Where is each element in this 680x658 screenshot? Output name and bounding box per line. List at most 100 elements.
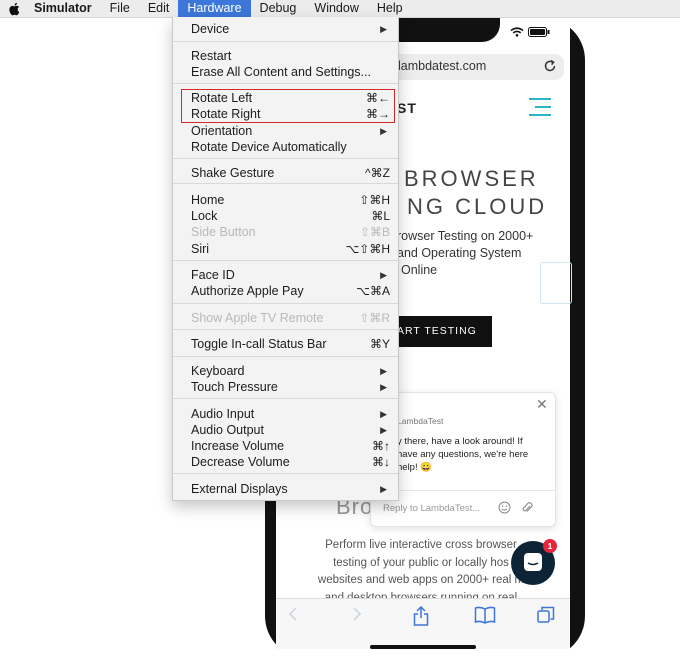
url-text[interactable]: lambdatest.com: [398, 59, 486, 73]
shortcut-label: ^⌘Z: [365, 166, 390, 180]
menu-item-audio-input[interactable]: Audio Input ▶: [173, 406, 398, 422]
chat-message-line: y there, have a look around! If: [397, 436, 523, 447]
menu-item-label: Increase Volume: [191, 439, 285, 453]
menu-item-label: Show Apple TV Remote: [191, 311, 324, 325]
menu-file[interactable]: File: [101, 0, 139, 17]
forward-icon[interactable]: [351, 606, 363, 622]
shortcut-label: ⌥⌘A: [356, 284, 390, 298]
shortcut-label: ⌘↓: [372, 455, 390, 469]
menu-item-toggle-in-call-status-bar[interactable]: Toggle In-call Status Bar ⌘Y: [173, 336, 398, 352]
back-icon[interactable]: [287, 606, 299, 622]
attachment-icon[interactable]: [521, 501, 533, 514]
hero-subtitle-line: and Operating System: [397, 246, 522, 260]
menu-app-simulator[interactable]: Simulator: [34, 0, 101, 17]
menu-item-label: Audio Input: [191, 407, 255, 421]
chat-message-line: have any questions, we're here: [397, 449, 529, 460]
hamburger-menu-icon[interactable]: [529, 98, 551, 122]
menu-item-label: Touch Pressure: [191, 380, 278, 394]
reload-icon[interactable]: [543, 59, 557, 73]
battery-icon: [528, 27, 550, 37]
menu-item-audio-output[interactable]: Audio Output ▶: [173, 422, 398, 438]
start-testing-label: ART TESTING: [397, 325, 477, 337]
submenu-arrow-icon: ▶: [380, 24, 387, 34]
menu-separator: [173, 398, 398, 399]
submenu-arrow-icon: ▶: [380, 484, 387, 494]
site-logo[interactable]: ST: [397, 100, 417, 116]
menu-item-label: Device: [191, 22, 230, 36]
menu-item-erase-all-content[interactable]: Erase All Content and Settings...: [173, 64, 398, 80]
menu-item-touch-pressure[interactable]: Touch Pressure ▶: [173, 379, 398, 395]
menu-item-authorize-apple-pay[interactable]: Authorize Apple Pay ⌥⌘A: [173, 283, 398, 299]
menu-item-restart[interactable]: Restart: [173, 48, 398, 64]
menu-item-label: Decrease Volume: [191, 455, 290, 469]
menu-item-label: Side Button: [191, 225, 256, 239]
menu-item-face-id[interactable]: Face ID ▶: [173, 267, 398, 283]
menu-item-label: Erase All Content and Settings...: [191, 65, 371, 79]
menu-item-orientation[interactable]: Orientation ▶: [173, 123, 398, 139]
menu-separator: [173, 473, 398, 474]
menu-item-external-displays[interactable]: External Displays ▶: [173, 481, 398, 497]
submenu-arrow-icon: ▶: [380, 425, 387, 435]
menu-item-side-button: Side Button ⇧⌘B: [173, 224, 398, 240]
menu-item-label: Authorize Apple Pay: [191, 284, 304, 298]
menu-item-keyboard[interactable]: Keyboard ▶: [173, 363, 398, 379]
menu-item-label: Lock: [191, 209, 218, 223]
menu-separator: [173, 260, 398, 261]
shortcut-label: ⌘Y: [369, 337, 390, 351]
menu-item-label: Shake Gesture: [191, 166, 275, 180]
menu-item-label: Keyboard: [191, 364, 245, 378]
chat-input-icons: [498, 501, 533, 514]
menu-separator: [173, 158, 398, 159]
menu-debug[interactable]: Debug: [251, 0, 306, 17]
annotation-highlight: [181, 89, 395, 123]
shortcut-label: ⇧⌘R: [359, 311, 390, 325]
chat-sender: LambdaTest: [397, 416, 444, 426]
menu-window[interactable]: Window: [305, 0, 367, 17]
menubar: Simulator File Edit Hardware Debug Windo…: [0, 0, 680, 18]
menu-item-decrease-volume[interactable]: Decrease Volume ⌘↓: [173, 454, 398, 470]
menu-item-label: Rotate Device Automatically: [191, 140, 347, 154]
share-icon[interactable]: [413, 606, 429, 626]
hero-subtitle-line: Online: [401, 263, 438, 277]
hero-heading-line2: NG CLOUD: [407, 194, 548, 219]
menu-hardware[interactable]: Hardware: [178, 0, 251, 17]
menu-item-label: Face ID: [191, 268, 235, 282]
close-icon[interactable]: ✕: [536, 396, 548, 413]
shortcut-label: ⌘L: [371, 209, 390, 223]
apple-logo-icon[interactable]: [8, 2, 20, 16]
wifi-icon: [510, 27, 524, 37]
tabs-icon[interactable]: [537, 606, 555, 624]
menu-item-label: Toggle In-call Status Bar: [191, 337, 327, 351]
menu-help[interactable]: Help: [368, 0, 412, 17]
menu-separator: [173, 303, 398, 304]
menu-item-home[interactable]: Home ⇧⌘H: [173, 192, 398, 208]
status-icons: [510, 27, 550, 37]
menu-item-label: Siri: [191, 242, 210, 256]
menu-item-shake-gesture[interactable]: Shake Gesture ^⌘Z: [173, 165, 398, 181]
shortcut-label: ⇧⌘H: [359, 193, 390, 207]
chat-message: y there, have a look around! If have any…: [397, 435, 547, 474]
menu-edit[interactable]: Edit: [139, 0, 179, 17]
hero-subtitle-line: rowser Testing on 2000+: [397, 229, 534, 243]
menu-separator: [173, 83, 398, 84]
menu-item-show-apple-tv-remote: Show Apple TV Remote ⇧⌘R: [173, 310, 398, 326]
chat-message-line: help! 😀: [397, 462, 433, 473]
menu-item-lock[interactable]: Lock ⌘L: [173, 208, 398, 224]
menu-item-rotate-device-automatically[interactable]: Rotate Device Automatically: [173, 139, 398, 155]
shortcut-label: ⌘↑: [372, 439, 390, 453]
shortcut-label: ⌥⇧⌘H: [345, 242, 390, 256]
menu-item-device[interactable]: Device ▶: [173, 21, 398, 37]
menu-item-label: Home: [191, 193, 225, 207]
start-testing-button[interactable]: ART TESTING: [397, 316, 492, 347]
emoji-icon[interactable]: [498, 501, 511, 514]
chat-reply-input[interactable]: Reply to LambdaTest...: [383, 503, 480, 514]
bookmarks-icon[interactable]: [474, 606, 496, 624]
hero-subtitle: rowser Testing on 2000+ and Operating Sy…: [397, 228, 557, 279]
menu-item-label: Orientation: [191, 124, 253, 138]
menu-separator: [173, 329, 398, 330]
menu-item-siri[interactable]: Siri ⌥⇧⌘H: [173, 241, 398, 257]
menu-item-increase-volume[interactable]: Increase Volume ⌘↑: [173, 438, 398, 454]
menu-separator: [173, 183, 398, 184]
submenu-arrow-icon: ▶: [380, 409, 387, 419]
menu-item-label: Audio Output: [191, 423, 264, 437]
